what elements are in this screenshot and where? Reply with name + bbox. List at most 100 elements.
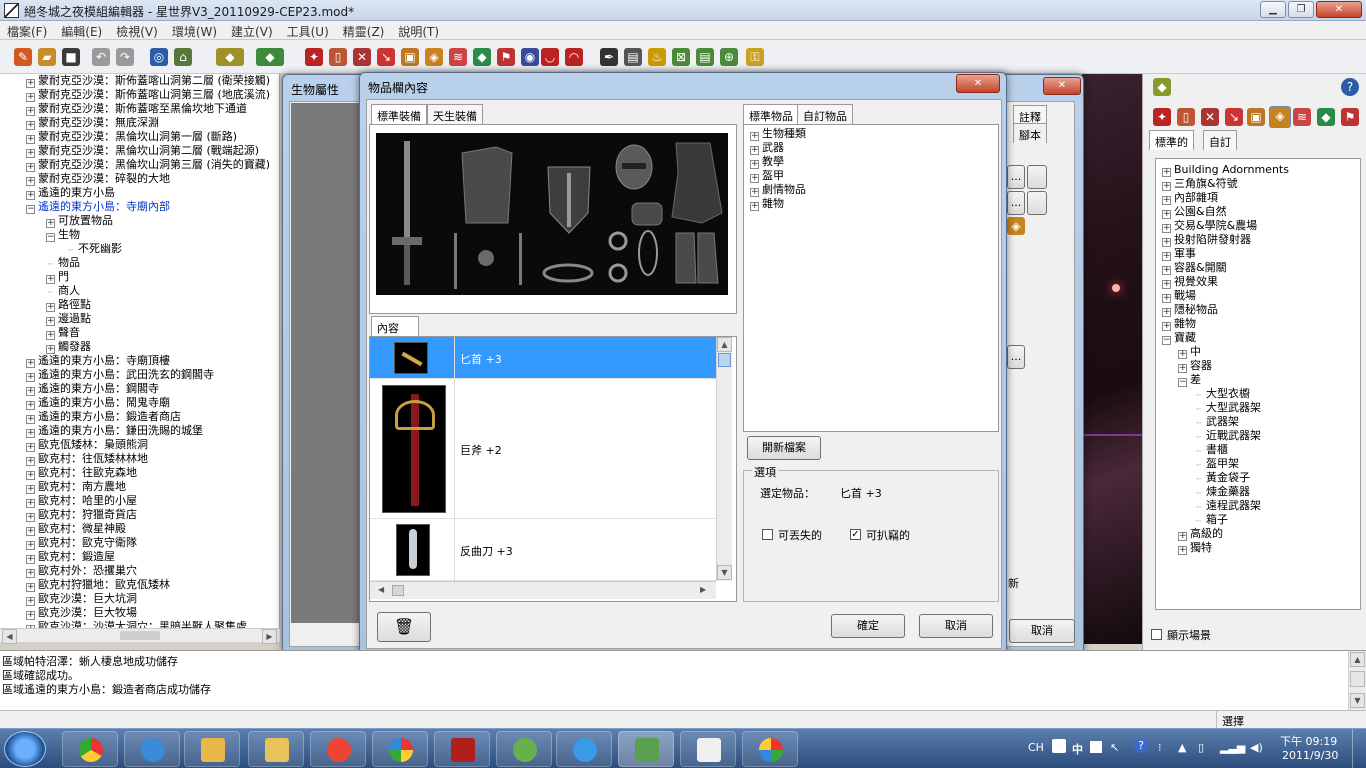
tree-node[interactable]: + 觸發器 xyxy=(46,340,91,354)
menu-item[interactable]: 檔案(F) xyxy=(0,21,54,42)
trap-icon[interactable]: ↘ xyxy=(377,48,395,66)
scroll-up-arrow-icon[interactable]: ▲ xyxy=(717,337,732,352)
merchant-icon[interactable]: ▣ xyxy=(401,48,419,66)
placeable-icon[interactable]: ◈ xyxy=(425,48,443,66)
tree-node[interactable]: + 歐克村：鍛造屋 xyxy=(26,550,115,564)
equipment-cloak-slot[interactable] xyxy=(671,142,723,224)
tray-help-icon[interactable]: ? xyxy=(1134,739,1148,753)
tree-node[interactable]: + 可放置物品 xyxy=(46,214,113,228)
tree-node[interactable]: + 蒙耐克亞沙漠：斯佈蓋喀至黑倫坎地下通道 xyxy=(26,102,247,116)
close-button[interactable]: ✕ xyxy=(1316,1,1362,18)
palette-tree-node[interactable]: ┈ 箱子 xyxy=(1194,513,1228,528)
tree-node[interactable]: + 聲音 xyxy=(46,326,80,340)
expand-toggle-icon[interactable]: + xyxy=(750,174,759,183)
menu-item[interactable]: 環境(W) xyxy=(165,21,224,42)
show-desktop-button[interactable] xyxy=(1352,729,1366,768)
expand-toggle-icon[interactable]: + xyxy=(26,107,35,116)
palette-waypoint-icon[interactable]: ⚑ xyxy=(1341,108,1359,126)
equipment-bolts-slot[interactable] xyxy=(519,233,522,285)
contents-vscrollbar[interactable]: ▲ ▼ xyxy=(716,337,732,581)
expand-toggle-icon[interactable]: + xyxy=(26,79,35,88)
wand-icon[interactable]: ✎ xyxy=(14,48,32,66)
sound-icon[interactable]: ≋ xyxy=(449,48,467,66)
clock-time[interactable]: 下午 09:19 xyxy=(1280,733,1337,749)
taskbar-chrome[interactable] xyxy=(62,731,118,767)
palette-help-icon[interactable]: ? xyxy=(1341,78,1359,96)
equipment-mace-slot[interactable] xyxy=(478,250,494,266)
palette-tree-node[interactable]: ┈ 遠程武器架 xyxy=(1194,499,1261,514)
tree-node[interactable]: − 遙遠的東方小島：寺廟內部 xyxy=(26,200,170,214)
palette-tree-node[interactable]: + 雜物 xyxy=(1162,317,1196,331)
tree-node[interactable]: + 歐克村：狩獵奇貨店 xyxy=(26,508,137,522)
tree-node[interactable]: + 蒙耐克亞沙漠：黑倫坎山洞第二層 (戰端起源) xyxy=(26,144,259,158)
area-viewport[interactable] xyxy=(1082,74,1142,644)
tree-node[interactable]: + 歐克村：往佤矮林林地 xyxy=(26,452,148,466)
tree-node[interactable]: + 門 xyxy=(46,270,69,284)
tray-fullwidth-icon[interactable] xyxy=(1090,741,1102,753)
item-category-node[interactable]: + 盔甲 xyxy=(750,169,784,183)
encounter-icon[interactable]: ◉ xyxy=(521,48,539,66)
palette-tree-node[interactable]: + 投射陷阱發射器 xyxy=(1162,233,1251,247)
expand-toggle-icon[interactable]: + xyxy=(26,401,35,410)
expand-toggle-icon[interactable]: + xyxy=(26,177,35,186)
bg-dialog-close-button[interactable]: ✕ xyxy=(1043,77,1081,95)
equipment-sword-slot[interactable] xyxy=(392,141,422,285)
expand-toggle-icon[interactable]: + xyxy=(26,163,35,172)
browse-button-4[interactable] xyxy=(1027,191,1047,215)
tree-node[interactable]: + 遙遠的東方小島：鎌田洗賜的城堡 xyxy=(26,424,203,438)
expand-toggle-icon[interactable]: + xyxy=(26,359,35,368)
browse-button-2[interactable] xyxy=(1027,165,1047,189)
taskbar-paint[interactable] xyxy=(742,731,798,767)
palette-tree-node[interactable]: ┈ 近戰武器架 xyxy=(1194,429,1261,444)
save-icon[interactable]: ■ xyxy=(62,48,80,66)
expand-toggle-icon[interactable]: + xyxy=(26,597,35,606)
palette-tree-node[interactable]: + 三角旗&符號 xyxy=(1162,177,1238,191)
tree-node[interactable]: + 歐克村狩獵地：歐克佤矮林 xyxy=(26,578,170,592)
tab-standard[interactable]: 標準的 xyxy=(1149,130,1194,150)
tree-node[interactable]: + 蒙耐克亞沙漠：黑倫坎山洞第一層 (斷路) xyxy=(26,130,237,144)
inventory-item-row[interactable]: 匕首 +3 xyxy=(370,337,716,379)
droppable-checkbox[interactable] xyxy=(762,529,773,540)
palette-tree-node[interactable]: + 戰場 xyxy=(1162,289,1196,303)
item-category-node[interactable]: + 劇情物品 xyxy=(750,183,806,197)
expand-toggle-icon[interactable]: + xyxy=(26,93,35,102)
script-icon[interactable]: ✒ xyxy=(600,48,618,66)
conversation-icon[interactable]: ▤ xyxy=(696,48,714,66)
contents-hscrollbar[interactable]: ◀ ▶ xyxy=(370,581,716,599)
equipment-gloves-slot[interactable] xyxy=(631,202,663,226)
expand-toggle-icon[interactable]: + xyxy=(1178,364,1187,373)
expand-toggle-icon[interactable]: + xyxy=(1178,350,1187,359)
scroll-down-arrow-icon[interactable]: ▼ xyxy=(717,565,732,580)
clock-date[interactable]: 2011/9/30 xyxy=(1282,749,1338,762)
tree-node[interactable]: + 歐克村：往歐克森地 xyxy=(26,466,137,480)
palette-merchant-icon[interactable]: ▣ xyxy=(1247,108,1265,126)
expand-toggle-icon[interactable]: + xyxy=(26,583,35,592)
expand-toggle-icon[interactable]: + xyxy=(1162,224,1171,233)
open-folder-icon[interactable]: ▰ xyxy=(38,48,56,66)
palette-tree-node[interactable]: − 差 xyxy=(1178,373,1201,387)
tree-node[interactable]: ┈ 不死幽影 xyxy=(66,242,122,257)
item-palette-tree[interactable]: + 生物種類 + 武器 + 教學 + 盔甲 + 劇情物品 + 雜物 xyxy=(743,124,999,432)
palette-tree-node[interactable]: ┈ 黃金袋子 xyxy=(1194,471,1250,486)
palette-creature-icon[interactable]: ✦ xyxy=(1153,108,1171,126)
palette-tree-node[interactable]: + 獨特 xyxy=(1178,541,1212,555)
palette-tree-node[interactable]: + 內部雜項 xyxy=(1162,191,1218,205)
expand-toggle-icon[interactable]: + xyxy=(46,317,55,326)
expand-toggle-icon[interactable]: + xyxy=(26,135,35,144)
browse-button-3[interactable]: ... xyxy=(1007,191,1025,215)
palette-tree-node[interactable]: + 公園&自然 xyxy=(1162,205,1227,219)
equipment-arrows-slot[interactable] xyxy=(454,233,457,289)
redo-icon[interactable]: ↷ xyxy=(116,48,134,66)
expand-toggle-icon[interactable]: + xyxy=(1178,546,1187,555)
delete-button[interactable]: 🗑 xyxy=(377,612,431,642)
language-indicator[interactable]: CH xyxy=(1028,741,1044,754)
palette-tree-node[interactable]: + 容器 xyxy=(1178,359,1212,373)
expand-toggle-icon[interactable]: + xyxy=(26,527,35,536)
palette-placeable-icon[interactable]: ◈ xyxy=(1269,106,1291,128)
trigger-icon[interactable]: ◆ xyxy=(473,48,491,66)
compile-icon[interactable]: ▤ xyxy=(624,48,642,66)
cancel-button[interactable]: 取消 xyxy=(919,614,993,638)
menu-item[interactable]: 編輯(E) xyxy=(54,21,109,42)
tree-node[interactable]: + 歐克村：歐克守衛隊 xyxy=(26,536,137,550)
start-button[interactable] xyxy=(4,731,46,767)
